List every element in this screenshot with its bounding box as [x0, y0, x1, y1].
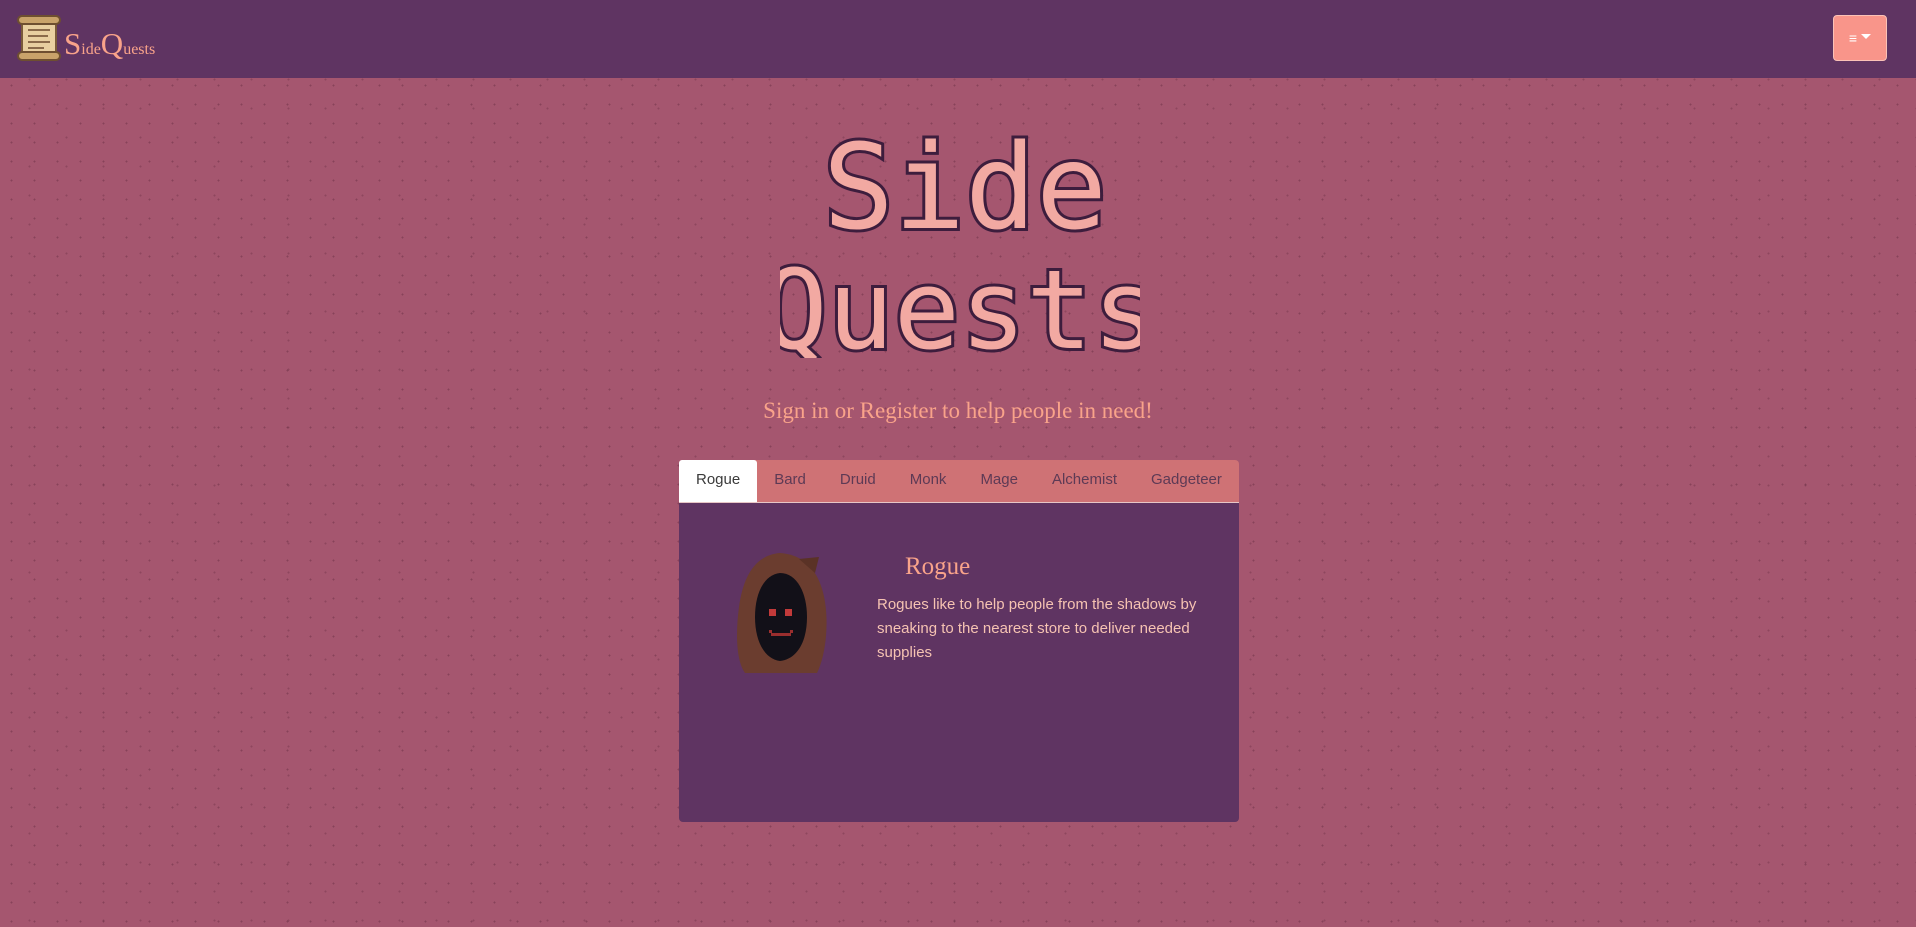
navbar: SideQuests ≡ — [0, 0, 1916, 78]
logo-line-quests: Quests — [780, 246, 1140, 358]
tagline: Sign in or Register to help people in ne… — [763, 398, 1153, 423]
logo-line-side: Side — [823, 118, 1107, 256]
tab-druid[interactable]: Druid — [823, 460, 893, 502]
class-tabs: Rogue Bard Druid Monk Mage Alchemist Gad… — [679, 460, 1239, 502]
hooded-rogue-avatar — [737, 553, 827, 673]
tab-alchemist[interactable]: Alchemist — [1035, 460, 1134, 502]
class-panel: Rogue Rogues like to help people from th… — [679, 502, 1239, 822]
brand-name: SideQuests — [64, 26, 156, 61]
tab-monk[interactable]: Monk — [893, 460, 964, 502]
caret-down-icon — [1861, 34, 1872, 39]
tab-bard[interactable]: Bard — [757, 460, 823, 502]
hamburger-icon: ≡ — [1848, 30, 1858, 46]
brand-link[interactable]: SideQuests — [16, 13, 155, 63]
side-quests-logo: Side Quests — [780, 115, 1140, 358]
class-title: Rogue — [905, 553, 971, 580]
brand-rest-ide: ide — [81, 41, 101, 58]
brand-cap-q: Q — [100, 26, 124, 61]
tab-mage[interactable]: Mage — [963, 460, 1035, 502]
scroll-icon — [17, 15, 61, 61]
brand-rest-uests: uests — [123, 41, 156, 58]
menu-toggle-button[interactable]: ≡ — [1833, 15, 1887, 61]
tab-rogue[interactable]: Rogue — [679, 460, 758, 502]
class-description: Rogues like to help people from the shad… — [877, 596, 1197, 661]
tab-gadgeteer[interactable]: Gadgeteer — [1134, 460, 1239, 502]
brand-cap-s: S — [64, 26, 82, 61]
